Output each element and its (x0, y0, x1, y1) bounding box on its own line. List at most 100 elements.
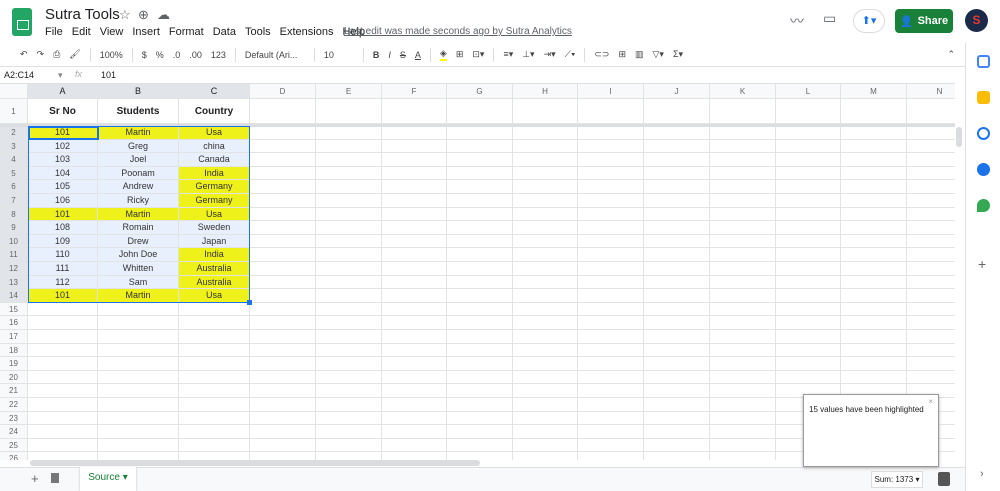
cell-M9[interactable] (841, 221, 907, 235)
row-header-14[interactable]: 14 (0, 289, 28, 303)
cell-L4[interactable] (776, 153, 841, 167)
cell-E13[interactable] (316, 275, 382, 290)
cell-K17[interactable] (710, 330, 776, 344)
cell-E8[interactable] (316, 207, 382, 222)
cell-E2[interactable] (316, 126, 382, 140)
cell-K19[interactable] (710, 357, 776, 371)
name-box[interactable]: A2:C14 (4, 70, 34, 80)
expand-panel-icon[interactable]: › (980, 468, 984, 480)
cell-N5[interactable] (907, 167, 955, 181)
explore-icon[interactable] (938, 472, 950, 486)
cell-H3[interactable] (513, 139, 578, 154)
cell-D5[interactable] (250, 166, 316, 181)
column-header-M[interactable]: M (841, 84, 907, 99)
row-header-11[interactable]: 11 (0, 248, 28, 262)
cell-G19[interactable] (447, 357, 513, 371)
cell-I26[interactable] (578, 452, 644, 460)
cell-H4[interactable] (513, 153, 578, 167)
font-select[interactable]: Default (Ari... (245, 50, 305, 60)
cell-I9[interactable] (578, 221, 644, 235)
cell-M11[interactable] (841, 248, 907, 262)
row-header-21[interactable]: 21 (0, 384, 28, 398)
trend-icon[interactable]: 〰 (790, 11, 804, 31)
cell-I25[interactable] (578, 438, 644, 453)
cell-A26[interactable] (28, 452, 98, 460)
cell-E18[interactable] (316, 343, 382, 358)
cell-B25[interactable] (98, 438, 179, 453)
cell-J22[interactable] (644, 398, 710, 412)
menu-edit[interactable]: Edit (72, 26, 91, 38)
cell-C19[interactable] (179, 357, 250, 371)
row-header-10[interactable]: 10 (0, 234, 28, 249)
cell-M2[interactable] (841, 126, 907, 140)
cell-M7[interactable] (841, 194, 907, 208)
close-icon[interactable]: × (928, 397, 933, 406)
cell-J24[interactable] (644, 425, 710, 439)
decrease-decimal-button[interactable]: .0 (173, 50, 181, 60)
cell-A1[interactable]: Sr No (28, 99, 98, 124)
cell-J7[interactable] (644, 194, 710, 208)
cell-F20[interactable] (382, 370, 447, 385)
comment-icon[interactable]: ▭ (823, 10, 836, 27)
cell-J10[interactable] (644, 234, 710, 249)
menu-extensions[interactable]: Extensions (280, 26, 334, 38)
menu-tools[interactable]: Tools (245, 26, 271, 38)
cell-I8[interactable] (578, 207, 644, 222)
cell-C24[interactable] (179, 425, 250, 439)
cell-J1[interactable] (644, 99, 710, 124)
cell-F25[interactable] (382, 438, 447, 453)
cell-I13[interactable] (578, 275, 644, 290)
cell-L14[interactable] (776, 289, 841, 303)
cell-N6[interactable] (907, 180, 955, 194)
column-header-I[interactable]: I (578, 84, 644, 99)
cell-K15[interactable] (710, 302, 776, 317)
cell-M3[interactable] (841, 139, 907, 154)
cell-A24[interactable] (28, 425, 98, 439)
tasks-icon[interactable] (977, 127, 990, 140)
cell-A20[interactable] (28, 370, 98, 385)
cell-H10[interactable] (513, 234, 578, 249)
cell-D3[interactable] (250, 139, 316, 154)
cell-A21[interactable] (28, 384, 98, 398)
cell-N7[interactable] (907, 194, 955, 208)
cell-M15[interactable] (841, 302, 907, 317)
cell-C18[interactable] (179, 343, 250, 358)
cell-L2[interactable] (776, 126, 841, 140)
cell-G9[interactable] (447, 221, 513, 235)
cell-F2[interactable] (382, 126, 447, 140)
valign-icon[interactable]: ⊥▾ (522, 49, 534, 60)
cell-G26[interactable] (447, 452, 513, 460)
cell-F15[interactable] (382, 302, 447, 317)
cell-G22[interactable] (447, 398, 513, 412)
cell-I17[interactable] (578, 330, 644, 344)
cell-D18[interactable] (250, 343, 316, 358)
cell-J19[interactable] (644, 357, 710, 371)
cell-N15[interactable] (907, 303, 955, 317)
cell-E24[interactable] (316, 425, 382, 439)
menu-data[interactable]: Data (213, 26, 236, 38)
column-header-E[interactable]: E (316, 84, 382, 99)
cell-I12[interactable] (578, 262, 644, 276)
cell-J11[interactable] (644, 248, 710, 262)
cell-N1[interactable] (907, 99, 955, 124)
cell-G14[interactable] (447, 289, 513, 303)
cell-J14[interactable] (644, 289, 710, 303)
row-header-18[interactable]: 18 (0, 343, 28, 358)
cell-H9[interactable] (513, 221, 578, 235)
menu-view[interactable]: View (100, 26, 124, 38)
cell-J5[interactable] (644, 166, 710, 181)
cell-F1[interactable] (382, 99, 447, 124)
cell-M4[interactable] (841, 153, 907, 167)
cell-A17[interactable] (28, 330, 98, 344)
redo-icon[interactable]: ↷ (37, 49, 45, 60)
cell-D26[interactable] (250, 452, 316, 460)
add-comment-icon[interactable]: ⊞ (618, 49, 626, 60)
cell-D8[interactable] (250, 207, 316, 222)
cell-K4[interactable] (710, 153, 776, 167)
cell-J6[interactable] (644, 180, 710, 194)
cell-I1[interactable] (578, 99, 644, 124)
cell-M14[interactable] (841, 289, 907, 303)
cell-K18[interactable] (710, 343, 776, 358)
cell-B22[interactable] (98, 398, 179, 412)
cell-G7[interactable] (447, 194, 513, 208)
